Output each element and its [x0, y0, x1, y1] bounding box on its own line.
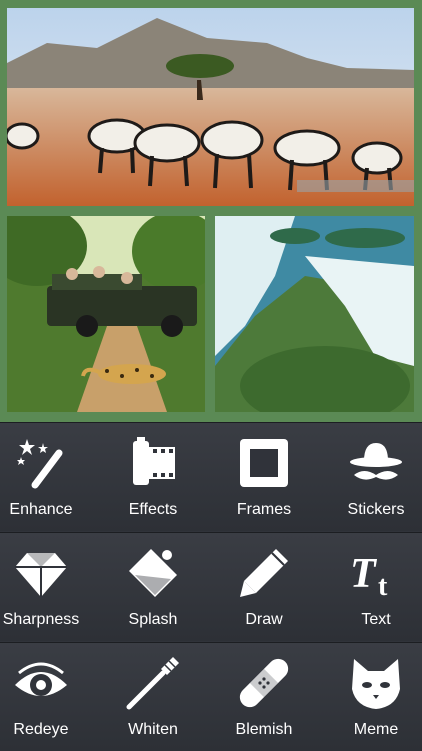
text-button[interactable]: T t Text	[323, 533, 422, 641]
toothbrush-icon	[125, 655, 181, 711]
sharpness-button[interactable]: Sharpness	[0, 533, 94, 641]
whiten-button[interactable]: Whiten	[100, 643, 206, 751]
effects-label: Effects	[128, 501, 178, 518]
splash-button[interactable]: Splash	[100, 533, 206, 641]
toolbar-row-3: Redeye Whiten Blemish Meme	[0, 642, 422, 751]
draw-button[interactable]: Draw	[211, 533, 317, 641]
photo-collage	[0, 0, 422, 422]
cat-face-icon	[348, 655, 404, 711]
effects-button[interactable]: Effects	[100, 423, 206, 531]
magic-wand-icon	[13, 435, 69, 491]
meme-label: Meme	[353, 721, 399, 738]
safari-leopard-photo[interactable]	[7, 216, 205, 412]
savanna-zebra-photo[interactable]	[7, 8, 414, 206]
text-tt-icon: T t	[348, 545, 404, 601]
stickers-label: Stickers	[347, 501, 405, 518]
toolbar-row-1: Enhance Effects Frames Stickers	[0, 422, 422, 531]
paint-bucket-icon	[125, 545, 181, 601]
frames-label: Frames	[236, 501, 292, 518]
splash-label: Splash	[128, 611, 178, 628]
svg-text:T: T	[350, 551, 378, 597]
draw-label: Draw	[245, 611, 283, 628]
waterfall-photo[interactable]	[215, 216, 414, 412]
hat-mustache-icon	[348, 435, 404, 491]
bandage-icon	[236, 655, 292, 711]
editing-toolbar: Enhance Effects Frames Stickers Sharpnes…	[0, 422, 422, 751]
whiten-label: Whiten	[128, 721, 178, 738]
sharpness-label: Sharpness	[2, 611, 80, 628]
diamond-icon	[13, 545, 69, 601]
redeye-button[interactable]: Redeye	[0, 643, 94, 751]
enhance-label: Enhance	[9, 501, 73, 518]
toolbar-row-2: Sharpness Splash Draw T t Text	[0, 532, 422, 641]
film-roll-icon	[125, 435, 181, 491]
blemish-button[interactable]: Blemish	[211, 643, 317, 751]
text-label: Text	[361, 611, 391, 628]
svg-text:t: t	[378, 571, 388, 601]
redeye-label: Redeye	[13, 721, 69, 738]
meme-button[interactable]: Meme	[323, 643, 422, 751]
blemish-label: Blemish	[235, 721, 293, 738]
eye-icon	[13, 655, 69, 711]
enhance-button[interactable]: Enhance	[0, 423, 94, 531]
stickers-button[interactable]: Stickers	[323, 423, 422, 531]
picture-frame-icon	[236, 435, 292, 491]
frames-button[interactable]: Frames	[211, 423, 317, 531]
pencil-icon	[236, 545, 292, 601]
